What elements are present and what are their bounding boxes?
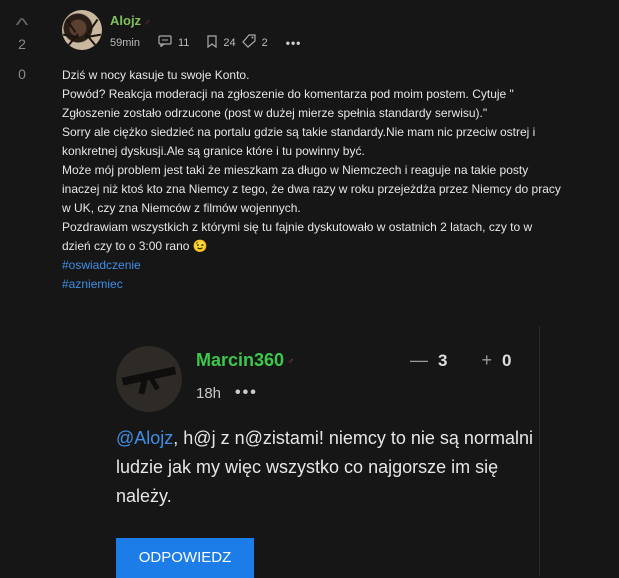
more-dots-icon[interactable]: ••• [235, 384, 258, 402]
more-dots-icon[interactable]: ••• [286, 36, 302, 50]
post-paragraph: Może mój problem jest taki że mieszkam z… [62, 163, 561, 215]
vote-plus-button[interactable]: + [481, 350, 492, 371]
moderator-badge-icon: ♂ [144, 16, 151, 27]
post-paragraph: Dziś w nocy kasuje tu swoje Konto. [62, 68, 250, 82]
hashtag-link[interactable]: #azniemiec [62, 275, 562, 294]
bookmarks-count[interactable]: 24 [223, 37, 235, 49]
post-paragraph: Sorry ale ciężko siedzieć na portalu gdz… [62, 125, 536, 158]
vote-plus-count: 0 [501, 350, 512, 370]
post-author-username[interactable]: Alojz ♂ [110, 13, 151, 28]
moderator-badge-icon: ♂ [287, 355, 295, 367]
avatar[interactable] [62, 10, 102, 50]
reply-votes: — 3 + 0 [410, 350, 511, 371]
avatar[interactable] [116, 346, 182, 412]
post-vote-column: ^ 2 0 [0, 10, 44, 82]
vote-up-count: 2 [18, 36, 26, 52]
reply-text: @Alojz, h@j z n@zistami! niemcy to nie s… [116, 424, 536, 511]
post-meta: 59min 11 24 2 ••• [110, 34, 301, 51]
reply-button[interactable]: ODPOWIEDZ [116, 538, 254, 578]
mention-link[interactable]: @Alojz [116, 428, 173, 448]
post-paragraph: Pozdrawiam wszystkich z którymi się tu f… [62, 220, 533, 253]
vote-up-chevron-icon[interactable]: ^ [0, 16, 55, 34]
post-paragraph: Powód? Reakcja moderacji na zgłoszenie d… [62, 87, 514, 101]
vote-down-count: 0 [18, 66, 26, 82]
post-author-name[interactable]: Alojz [110, 13, 141, 28]
comments-count[interactable]: 11 [178, 37, 189, 49]
comment-icon[interactable] [158, 35, 172, 50]
vote-minus-count: 3 [438, 350, 448, 370]
reply-author-name[interactable]: Marcin360 [196, 350, 284, 370]
hashtag-link[interactable]: #oswiadczenie [62, 256, 562, 275]
thread-divider [539, 326, 540, 576]
post-paragraph: Zgłoszenie zostało odrzucone (post w duż… [62, 106, 488, 120]
reply-meta: 18h ••• [196, 384, 258, 402]
bookmark-icon[interactable] [207, 34, 217, 51]
post-body: Dziś w nocy kasuje tu swoje Konto. Powód… [62, 66, 562, 294]
reply-text-body: , h@j z n@zistami! niemcy to nie są norm… [116, 428, 533, 506]
vote-minus-button[interactable]: — [410, 350, 428, 371]
reply-time: 18h [196, 384, 222, 402]
post-time: 59min [110, 36, 140, 49]
reply-author-username[interactable]: Marcin360 ♂ [196, 350, 295, 371]
tag-icon[interactable] [241, 34, 256, 51]
shares-count[interactable]: 2 [262, 37, 268, 49]
